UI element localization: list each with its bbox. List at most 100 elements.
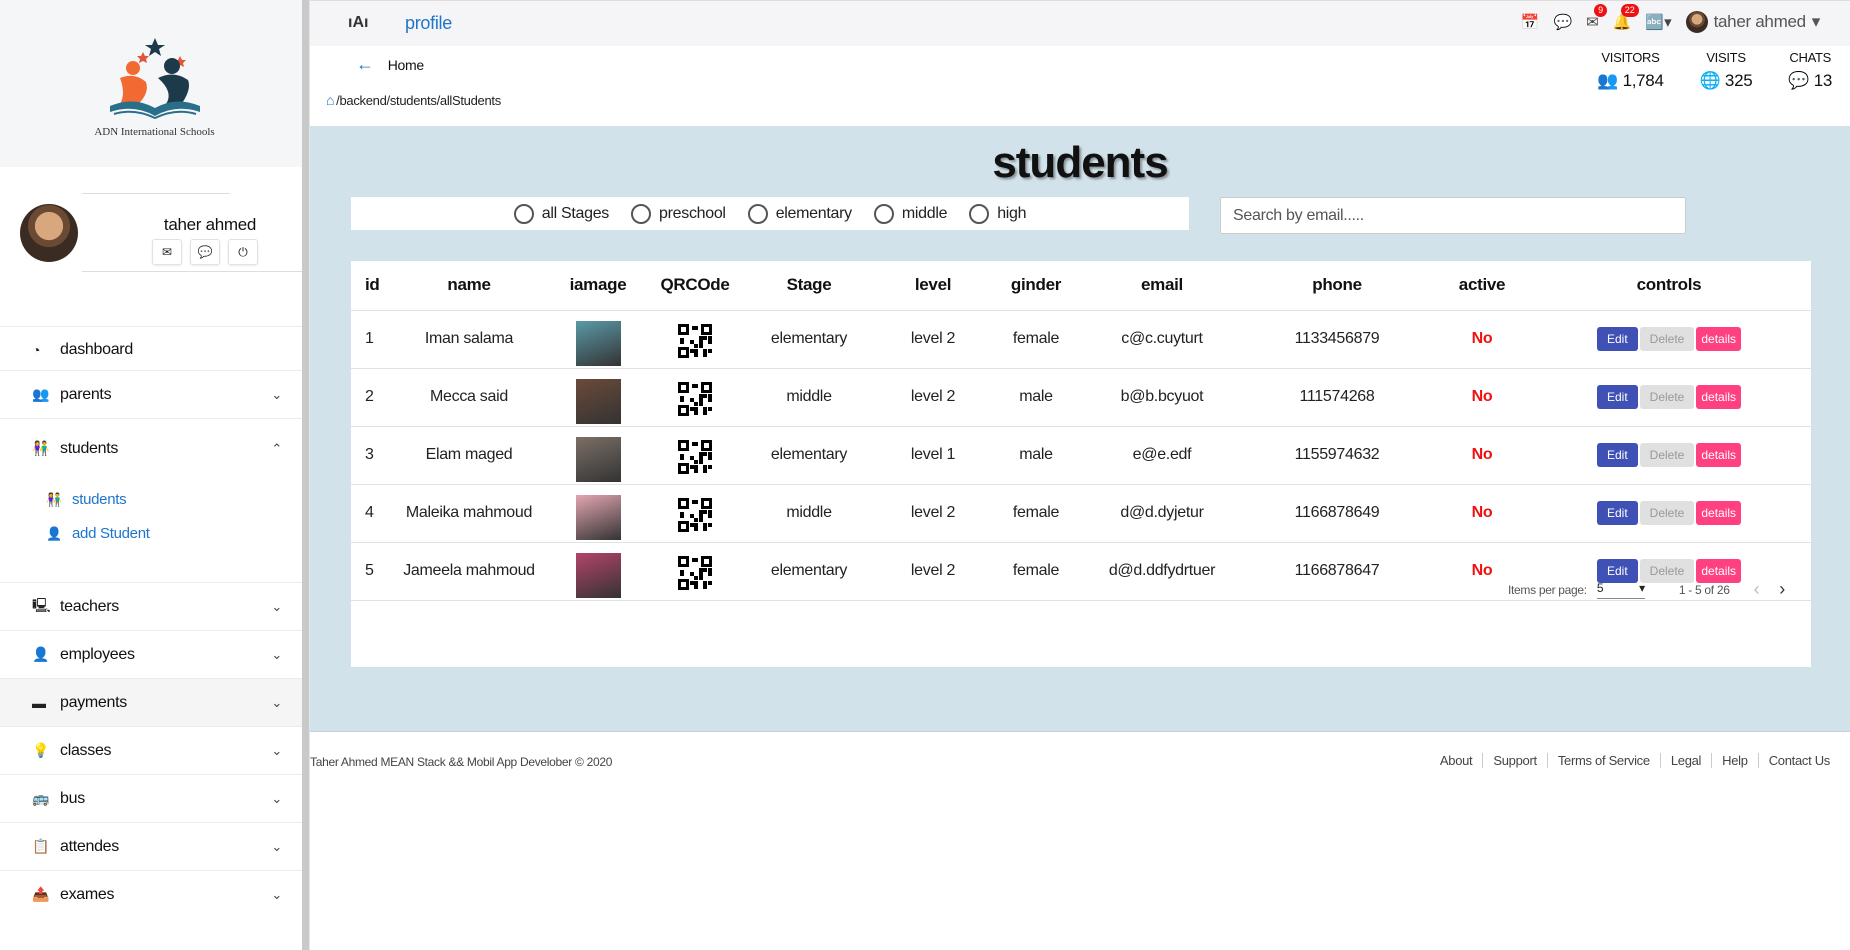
sidebar-item-label: teachers <box>60 597 119 615</box>
envelope-icon[interactable]: ✉ <box>152 239 182 265</box>
chevron-down-icon: ⌄ <box>271 694 282 710</box>
profile-link[interactable]: profile <box>405 13 452 34</box>
wallet-icon: ▬ <box>32 694 46 711</box>
sidebar-item-teachers[interactable]: 🖳 teachers ⌄ <box>0 582 302 630</box>
filter-high[interactable]: high <box>969 203 1027 224</box>
back-link[interactable]: ← Home <box>356 54 424 75</box>
sidebar-item-exames[interactable]: 📤 exames ⌄ <box>0 870 302 918</box>
cell-gender: female <box>985 484 1087 543</box>
sidebar-item-bus[interactable]: 🚌 bus ⌄ <box>0 774 302 822</box>
cell-id: 1 <box>351 310 395 369</box>
filter-preschool[interactable]: preschool <box>631 203 726 224</box>
cell-email: d@d.ddfydrtuer <box>1087 542 1237 601</box>
prev-page-icon[interactable]: ‹ <box>1754 579 1760 600</box>
column-header[interactable]: email <box>1087 261 1237 311</box>
details-button[interactable]: details <box>1696 385 1742 409</box>
calendar-icon[interactable]: 📅 <box>1521 13 1540 31</box>
envelope-icon[interactable]: ✉ 9 <box>1586 4 1608 31</box>
qr-code-icon <box>678 497 712 532</box>
sidebar-item-classes[interactable]: 💡 classes ⌄ <box>0 726 302 774</box>
column-header[interactable]: phone <box>1237 261 1437 311</box>
user-menu[interactable]: taher ahmed ▾ <box>1685 11 1820 33</box>
column-header[interactable]: ginder <box>985 261 1087 311</box>
sidebar-item-dashboard[interactable]: ◔ dashboard <box>0 326 302 372</box>
bus-icon: 🚌 <box>32 790 50 806</box>
cell-id: 3 <box>351 426 395 485</box>
sidebar-subitem-add-student[interactable]: 👤 add Student <box>46 525 150 542</box>
stat-visits: VISITS 🌐 325 <box>1682 50 1771 91</box>
details-button[interactable]: details <box>1696 501 1742 525</box>
power-icon[interactable]: ⏻ <box>228 239 258 265</box>
sub-header: ← Home ⌂ /backend/students/allStudents V… <box>310 46 1850 126</box>
footer-link-legal[interactable]: Legal <box>1659 753 1711 768</box>
sidebar-item-label: classes <box>60 741 112 759</box>
cell-level: level 2 <box>881 484 985 543</box>
exam-icon: 📤 <box>32 886 50 902</box>
column-header[interactable]: Stage <box>737 261 881 311</box>
students-table: id name iamage QRCOde Stage level ginder… <box>351 261 1811 601</box>
edit-button[interactable]: Edit <box>1596 501 1638 525</box>
sidebar-subitem-students[interactable]: 👫 students <box>46 491 127 508</box>
column-header[interactable]: id <box>351 261 395 311</box>
column-header: iamage <box>543 261 653 311</box>
details-button[interactable]: details <box>1696 327 1742 351</box>
cell-controls: Edit Delete details <box>1527 484 1811 543</box>
filter-all-stages[interactable]: all Stages <box>513 203 609 224</box>
column-header[interactable]: name <box>395 261 543 311</box>
filter-middle[interactable]: middle <box>873 203 948 224</box>
student-photo[interactable] <box>575 320 621 366</box>
delete-button[interactable]: Delete <box>1639 443 1695 467</box>
language-icon[interactable]: 🔤▾ <box>1645 13 1671 31</box>
sidebar-item-employees[interactable]: 👤 employees ⌄ <box>0 630 302 678</box>
student-photo[interactable] <box>575 436 621 482</box>
home-icon[interactable]: ⌂ <box>326 92 334 108</box>
edit-button[interactable]: Edit <box>1596 327 1638 351</box>
page-title: students <box>992 138 1168 187</box>
student-photo[interactable] <box>575 494 621 540</box>
arrow-left-icon: ← <box>356 54 374 74</box>
footer-link-help[interactable]: Help <box>1711 753 1758 768</box>
students-icon: 👫 <box>32 440 50 456</box>
chat-icon[interactable]: 💬 <box>190 239 220 265</box>
globe-icon: 🌐 <box>1699 71 1725 90</box>
cell-email: b@b.bcyuot <box>1087 368 1237 427</box>
sidebar-item-parents[interactable]: 👥 parents ⌄ <box>0 370 302 418</box>
student-photo[interactable] <box>575 552 621 598</box>
delete-button[interactable]: Delete <box>1639 327 1695 351</box>
cell-active: No <box>1437 426 1527 485</box>
app-logo[interactable]: ıAı <box>348 14 368 32</box>
footer-link-about[interactable]: About <box>1430 753 1482 768</box>
divider <box>82 271 304 272</box>
column-header[interactable]: active <box>1437 261 1527 311</box>
next-page-icon[interactable]: › <box>1779 579 1785 600</box>
cell-id: 5 <box>351 542 395 601</box>
users-icon: 👥 <box>1597 71 1623 90</box>
sidebar-item-payments[interactable]: ▬ payments ⌄ <box>0 678 302 726</box>
footer-link-terms[interactable]: Terms of Service <box>1546 753 1660 768</box>
filter-elementary[interactable]: elementary <box>747 203 852 224</box>
edit-button[interactable]: Edit <box>1596 443 1638 467</box>
footer-link-contact[interactable]: Contact Us <box>1757 753 1840 768</box>
student-photo[interactable] <box>575 378 621 424</box>
bell-icon[interactable]: 🔔 22 <box>1613 4 1639 31</box>
details-button[interactable]: details <box>1696 443 1742 467</box>
footer-link-support[interactable]: Support <box>1482 753 1546 768</box>
cell-stage: elementary <box>737 310 881 369</box>
delete-button[interactable]: Delete <box>1639 501 1695 525</box>
cell-name: Maleika mahmoud <box>395 484 543 543</box>
page-size-select[interactable]: 5 ▾ <box>1596 581 1645 599</box>
search-input[interactable] <box>1220 197 1686 234</box>
edit-button[interactable]: Edit <box>1596 385 1638 409</box>
column-header[interactable]: level <box>881 261 985 311</box>
sidebar-item-label: employees <box>60 645 135 663</box>
back-label: Home <box>387 56 424 73</box>
chat-icon[interactable]: 💬 <box>1553 13 1572 31</box>
avatar[interactable] <box>20 204 78 262</box>
sidebar-item-students[interactable]: 👫 students ⌃ <box>0 418 302 478</box>
chevron-down-icon: ⌄ <box>271 386 282 402</box>
sidebar-item-attendes[interactable]: 📋 attendes ⌄ <box>0 822 302 870</box>
cell-controls: Edit Delete details <box>1527 310 1811 369</box>
sidebar-scrollbar[interactable] <box>302 0 309 950</box>
delete-button[interactable]: Delete <box>1639 385 1695 409</box>
cell-image <box>543 426 653 485</box>
